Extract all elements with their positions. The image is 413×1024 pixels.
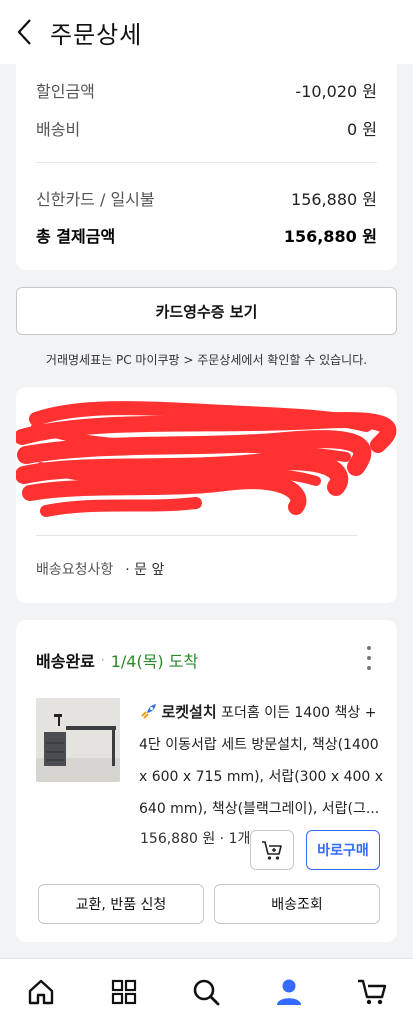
nav-category[interactable] (94, 962, 154, 1022)
add-to-cart-button[interactable] (250, 830, 294, 870)
invoice-notice: 거래명세표는 PC 마이쿠팡 > 주문상세에서 확인할 수 있습니다. (45, 353, 368, 367)
status-label: 배송완료 (36, 652, 95, 671)
rocket-icon (141, 704, 156, 719)
shipping-label: 배송비 (36, 120, 81, 139)
top-bar: 주문상세 (0, 0, 413, 64)
price-quantity: 156,880 원 · 1개 (140, 831, 251, 847)
delivery-status: 배송완료 · 1/4(목) 도착 (36, 648, 198, 672)
bottom-navigation (0, 958, 413, 1024)
discount-label: 할인금액 (36, 82, 95, 101)
nav-cart[interactable] (342, 962, 402, 1022)
delivery-request-row: 배송요청사항 · 문 앞 (36, 559, 164, 579)
nav-mypage[interactable] (259, 962, 319, 1022)
card-payment-value: 156,880 원 (291, 190, 377, 209)
shipping-value: 0 원 (347, 120, 377, 139)
card-payment-row: 신한카드 / 일시불 156,880 원 (36, 186, 377, 210)
nav-search[interactable] (176, 962, 236, 1022)
card-payment-label: 신한카드 / 일시불 (36, 190, 155, 209)
track-delivery-button[interactable]: 배송조회 (214, 884, 380, 924)
chevron-left-icon (17, 19, 31, 45)
delivery-request-label: 배송요청사항 (36, 562, 114, 578)
divider (36, 535, 357, 536)
shipping-address-card: 배송요청사항 · 문 앞 (16, 387, 397, 603)
back-button[interactable] (0, 0, 50, 64)
payment-summary-card: 할인금액 -10,020 원 배송비 0 원 신한카드 / 일시불 156,88… (16, 60, 397, 270)
card-receipt-button[interactable]: 카드영수증 보기 (16, 287, 397, 335)
rocket-install-label: 로켓설치 (161, 703, 217, 721)
discount-row: 할인금액 -10,020 원 (36, 78, 377, 102)
total-label: 총 결제금액 (36, 227, 116, 246)
cart-plus-icon (262, 841, 282, 860)
page-title: 주문상세 (50, 20, 143, 49)
desk-drawer-image (36, 698, 120, 782)
arrival-date: 1/4(목) 도착 (110, 652, 199, 671)
exchange-return-button[interactable]: 교환, 반품 신청 (38, 884, 204, 924)
order-item-card: 배송완료 · 1/4(목) 도착 로켓설치 포더홈 이든 1400 책상 + 4… (16, 620, 397, 942)
total-value: 156,880 원 (283, 227, 377, 246)
redaction-scribble (16, 401, 397, 517)
mypage-person-icon (277, 979, 302, 1005)
search-icon (194, 979, 220, 1005)
rocket-install-badge: 로켓설치 (139, 703, 221, 721)
shipping-row: 배송비 0 원 (36, 116, 377, 140)
divider (36, 162, 377, 163)
nav-home[interactable] (11, 962, 71, 1022)
product-thumbnail[interactable] (36, 698, 120, 782)
product-name: 포더홈 이든 1400 책상 + 4단 이동서랍 세트 방문설치, 책상(140… (139, 705, 384, 817)
cart-icon (357, 979, 386, 1004)
discount-value: -10,020 원 (295, 82, 377, 101)
home-icon (29, 979, 54, 1004)
buy-now-button[interactable]: 바로구매 (306, 830, 380, 870)
more-options-icon[interactable] (359, 646, 379, 670)
total-row: 총 결제금액 156,880 원 (36, 223, 377, 247)
delivery-request-value: · 문 앞 (125, 562, 165, 578)
product-description[interactable]: 로켓설치 포더홈 이든 1400 책상 + 4단 이동서랍 세트 방문설치, 책… (139, 696, 384, 825)
category-grid-icon (111, 979, 136, 1004)
